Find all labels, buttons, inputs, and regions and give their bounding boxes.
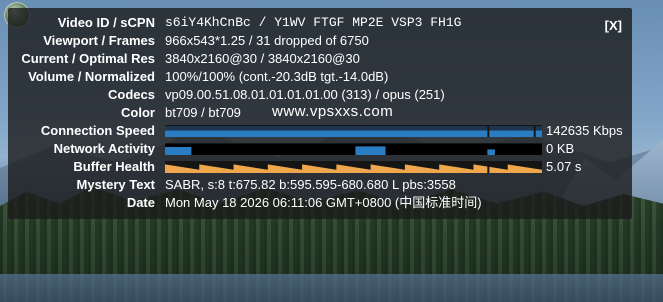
stat-value: 0 KB	[546, 141, 575, 156]
video-background: [X] Video ID / sCPN s6iY4KhCnBc / Y1WV F…	[0, 0, 663, 302]
stat-row-date: Date Mon May 18 2026 06:11:06 GMT+0800 (…	[8, 194, 632, 212]
stat-label: Buffer Health	[73, 159, 155, 174]
stat-row-volume: Volume / Normalized 100%/100% (cont.-20.…	[8, 68, 632, 86]
stat-value: Mon May 18 2026 06:11:06 GMT+0800 (中国标准时…	[165, 195, 482, 210]
buffer-health-graph	[165, 161, 542, 173]
stat-label: Video ID / sCPN	[57, 15, 155, 30]
stat-label: Viewport / Frames	[43, 33, 155, 48]
network-activity-graph	[165, 143, 542, 155]
stat-row-mystery-text: Mystery Text SABR, s:8 t:675.82 b:595.59…	[8, 176, 632, 194]
stat-label: Network Activity	[53, 141, 155, 156]
network-graph-spike	[165, 147, 192, 155]
stat-value: bt709 / bt709	[165, 105, 241, 120]
stat-value: 5.07 s	[546, 159, 582, 174]
stat-label: Volume / Normalized	[28, 69, 155, 84]
speed-graph-fill	[165, 130, 542, 137]
stat-label: Mystery Text	[76, 177, 155, 192]
network-graph-spike	[487, 149, 495, 155]
stat-row-resolution: Current / Optimal Res 3840x2160@30 / 384…	[8, 50, 632, 68]
stat-label: Connection Speed	[40, 123, 155, 138]
watermark-text: www.vpsxxs.com	[272, 103, 394, 120]
stat-label: Current / Optimal Res	[21, 51, 155, 66]
stat-row-buffer-health: Buffer Health 5.07 s	[8, 158, 632, 176]
buffer-graph-divider	[487, 162, 490, 173]
speed-graph-divider	[533, 126, 536, 137]
stat-label: Date	[126, 195, 155, 210]
stat-row-network-activity: Network Activity 0 KB	[8, 140, 632, 158]
connection-speed-graph	[165, 125, 542, 137]
stat-value: 966x543*1.25 / 31 dropped of 6750	[165, 33, 369, 48]
stat-value: 142635 Kbps	[546, 123, 623, 138]
stat-value[interactable]: s6iY4KhCnBc / Y1WV FTGF MP2E VSP3 FH1G	[165, 14, 461, 32]
network-graph-background	[165, 144, 542, 155]
stat-row-codecs: Codecs vp09.00.51.08.01.01.01.01.00 (313…	[8, 86, 632, 104]
stat-row-connection-speed: Connection Speed 142635 Kbps	[8, 122, 632, 140]
stat-value: 3840x2160@30 / 3840x2160@30	[165, 51, 360, 66]
stat-value: vp09.00.51.08.01.01.01.01.00 (313) / opu…	[165, 87, 445, 102]
stat-row-viewport: Viewport / Frames 966x543*1.25 / 31 drop…	[8, 32, 632, 50]
speed-graph-divider	[487, 126, 490, 137]
stat-value: 100%/100% (cont.-20.3dB tgt.-14.0dB)	[165, 69, 389, 84]
stat-row-video-id: Video ID / sCPN s6iY4KhCnBc / Y1WV FTGF …	[8, 14, 632, 32]
stat-label: Codecs	[108, 87, 155, 102]
lake	[0, 274, 663, 302]
network-graph-spike	[355, 146, 386, 155]
stat-value: SABR, s:8 t:675.82 b:595.595-680.680 L p…	[165, 177, 456, 192]
stat-label: Color	[121, 105, 155, 120]
stats-for-nerds-panel: [X] Video ID / sCPN s6iY4KhCnBc / Y1WV F…	[8, 8, 632, 219]
